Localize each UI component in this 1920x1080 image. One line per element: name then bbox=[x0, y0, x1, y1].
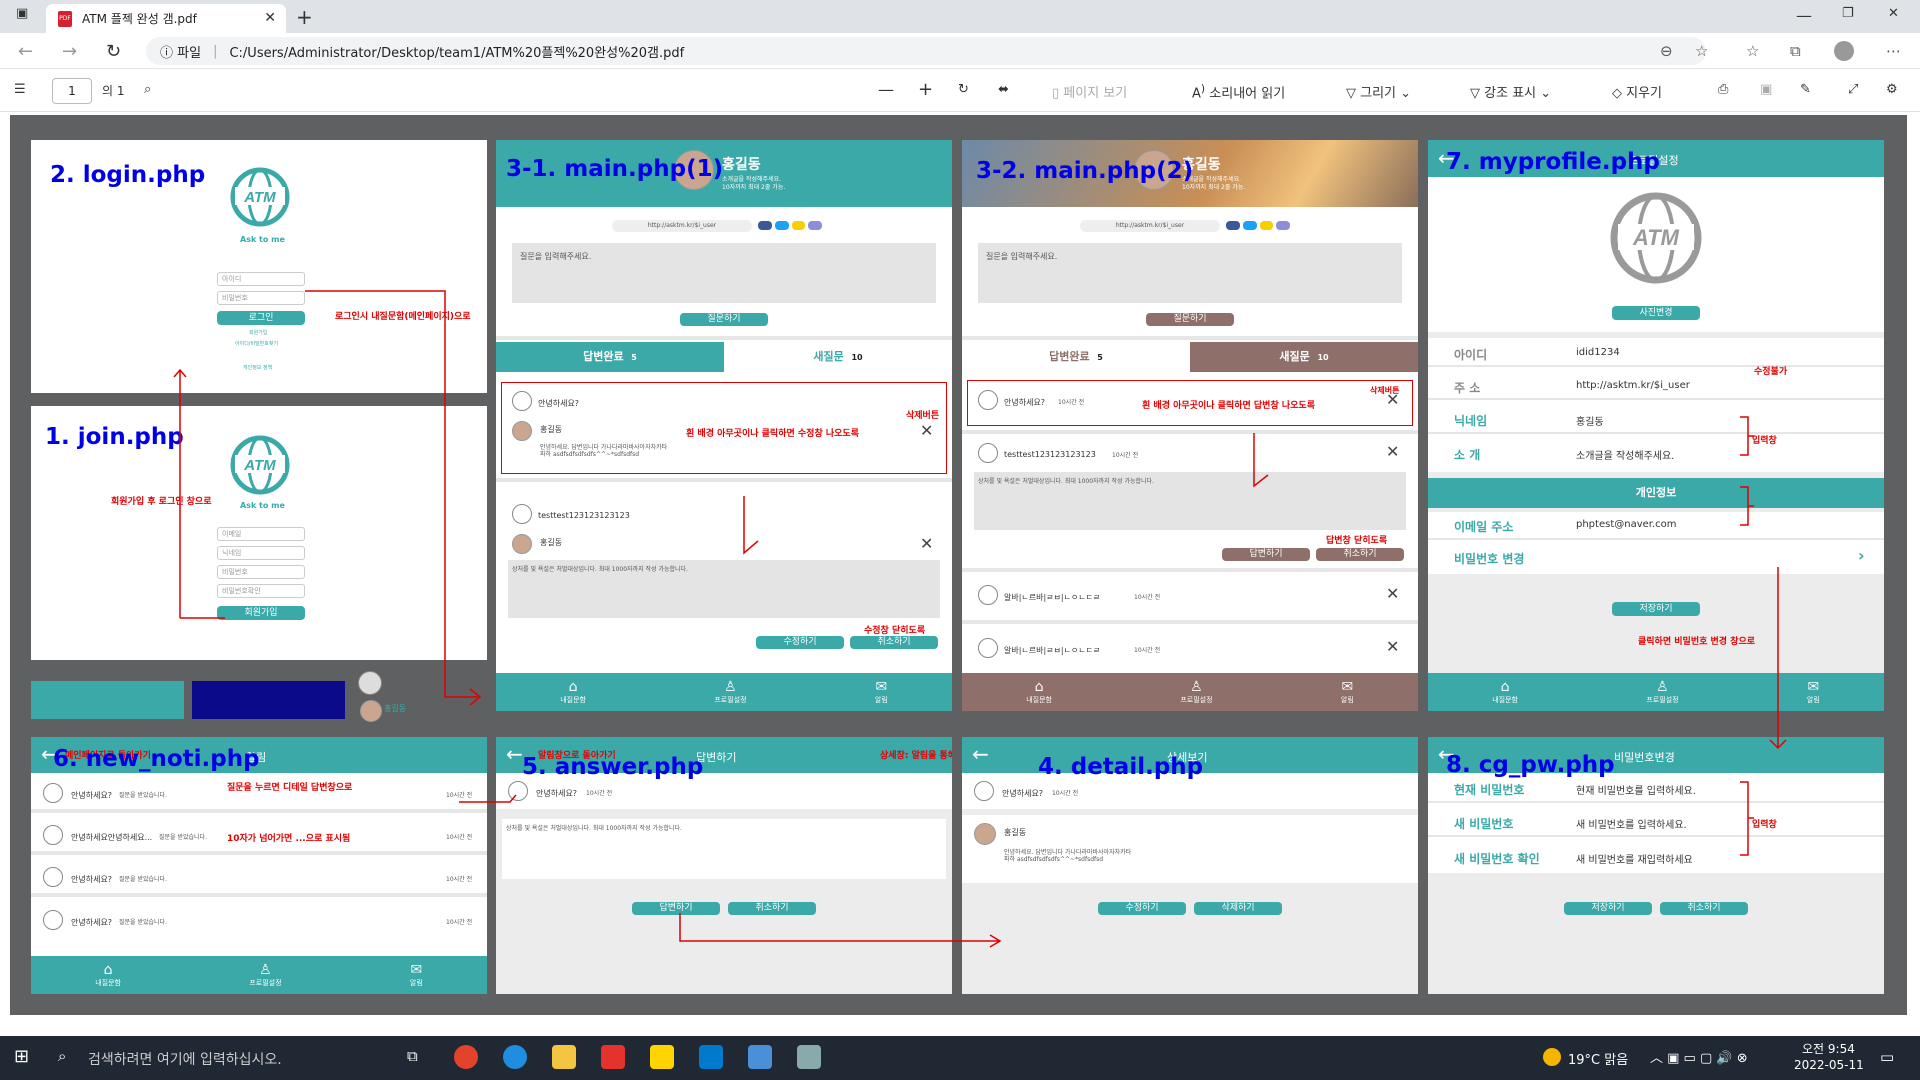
save-as-icon[interactable]: ✎ bbox=[1800, 82, 1811, 97]
highlight-button[interactable]: ▽ 강조 표시 ⌄ bbox=[1470, 82, 1551, 101]
tab-strip: ▣ PDF ATM 플젝 완성 갬.pdf ✕ + — ❐ ✕ bbox=[0, 0, 1920, 33]
back-icon[interactable]: ← bbox=[18, 41, 33, 62]
draw-label: 그리기 bbox=[1360, 86, 1397, 101]
weather-icon bbox=[1543, 1048, 1561, 1066]
vscode-icon[interactable] bbox=[699, 1045, 723, 1069]
app-icon[interactable] bbox=[797, 1045, 821, 1069]
notifications-icon[interactable]: ▭ bbox=[1880, 1048, 1894, 1066]
forward-icon[interactable]: → bbox=[62, 41, 77, 62]
pdf-icon: PDF bbox=[58, 10, 72, 27]
edge-icon[interactable] bbox=[503, 1045, 527, 1069]
address-bar: ← → ↻ ⓘ 파일 | C:/Users/Administrator/Desk… bbox=[0, 33, 1920, 69]
erase-label: 지우기 bbox=[1626, 86, 1663, 101]
task-view-icon[interactable]: ⧉ bbox=[407, 1047, 418, 1065]
taskbar: ⊞ ⌕ 검색하려면 여기에 입력하십시오. ⧉ 19°C 맑음 ︿ ▣ ▭ ▢ … bbox=[0, 1036, 1920, 1080]
url-field[interactable]: ⓘ 파일 | C:/Users/Administrator/Desktop/te… bbox=[146, 37, 1706, 65]
highlight-label: 강조 표시 bbox=[1484, 86, 1537, 101]
weather-text[interactable]: 19°C 맑음 bbox=[1568, 1049, 1628, 1068]
new-tab-icon[interactable]: + bbox=[296, 5, 313, 29]
search-icon[interactable]: ⌕ bbox=[144, 82, 151, 97]
url-scheme: 파일 bbox=[177, 45, 202, 61]
collections-icon[interactable]: ⧉ bbox=[1790, 42, 1801, 60]
photos-icon[interactable] bbox=[748, 1045, 772, 1069]
rotate-icon[interactable]: ↻ bbox=[958, 82, 969, 97]
zoom-in-icon[interactable]: + bbox=[918, 79, 933, 100]
annotation-arrows bbox=[173, 290, 1787, 948]
restore-icon[interactable]: ❐ bbox=[1842, 6, 1854, 21]
favorites-icon[interactable]: ☆ bbox=[1746, 42, 1759, 60]
zoom-icon[interactable]: ⊖ bbox=[1660, 42, 1673, 60]
fullscreen-icon[interactable]: ⤢ bbox=[1848, 82, 1858, 97]
print-icon[interactable]: ⎙ bbox=[1718, 82, 1728, 97]
chrome-icon[interactable] bbox=[454, 1045, 478, 1069]
page-count: 의 1 bbox=[102, 84, 125, 98]
search-icon: ⌕ bbox=[58, 1047, 67, 1065]
clock-time[interactable]: 오전 9:54 bbox=[1802, 1040, 1855, 1057]
url-text: C:/Users/Administrator/Desktop/team1/ATM… bbox=[229, 45, 685, 61]
pdf-canvas: ATM Ask to me 아이디 비밀번호 로그인 회원가입 아이디/비밀번호… bbox=[10, 115, 1907, 1015]
close-tab-icon[interactable]: ✕ bbox=[264, 10, 276, 26]
refresh-icon[interactable]: ↻ bbox=[106, 41, 121, 62]
read-aloud-button[interactable]: A) 소리내어 읽기 bbox=[1192, 82, 1285, 101]
app-icon[interactable] bbox=[601, 1045, 625, 1069]
page-view-label: 페이지 보기 bbox=[1063, 86, 1128, 101]
explorer-icon[interactable] bbox=[552, 1045, 576, 1069]
pdf-toolbar: ☰ 1 의 1 ⌕ — + ↻ ⬌ ▯ 페이지 보기 A) 소리내어 읽기 ▽ … bbox=[0, 70, 1920, 112]
profile-avatar[interactable] bbox=[1834, 41, 1854, 61]
save-icon[interactable]: ▣ bbox=[1760, 82, 1772, 97]
kakaotalk-icon[interactable] bbox=[650, 1045, 674, 1069]
minimize-icon[interactable]: — bbox=[1796, 6, 1812, 25]
more-icon[interactable]: ⋯ bbox=[1886, 42, 1901, 60]
settings-icon[interactable]: ⚙ bbox=[1886, 82, 1898, 97]
draw-button[interactable]: ▽ 그리기 ⌄ bbox=[1346, 82, 1411, 101]
read-aloud-label: 소리내어 읽기 bbox=[1209, 86, 1286, 102]
close-window-icon[interactable]: ✕ bbox=[1888, 6, 1899, 21]
fit-icon[interactable]: ⬌ bbox=[998, 82, 1009, 97]
windows-start-icon[interactable]: ⊞ bbox=[14, 1046, 29, 1067]
favorite-icon[interactable]: ☆ bbox=[1695, 42, 1708, 60]
tab-title: ATM 플젝 완성 갬.pdf bbox=[82, 12, 197, 26]
tab-active[interactable]: PDF ATM 플젝 완성 갬.pdf ✕ bbox=[46, 4, 286, 33]
erase-button[interactable]: ◇ 지우기 bbox=[1612, 82, 1662, 101]
zoom-out-icon[interactable]: — bbox=[878, 80, 894, 99]
contents-icon[interactable]: ☰ bbox=[14, 82, 26, 97]
taskbar-search[interactable]: 검색하려면 여기에 입력하십시오. bbox=[88, 1049, 282, 1069]
page-view-button[interactable]: ▯ 페이지 보기 bbox=[1052, 82, 1127, 101]
clock-date[interactable]: 2022-05-11 bbox=[1794, 1058, 1864, 1072]
tab-actions-icon[interactable]: ▣ bbox=[16, 6, 28, 21]
page-number-input[interactable]: 1 bbox=[52, 78, 92, 104]
info-icon: ⓘ bbox=[160, 45, 174, 61]
tray-icons[interactable]: ︿ ▣ ▭ ▢ 🔊 ⊗ bbox=[1650, 1047, 1748, 1066]
